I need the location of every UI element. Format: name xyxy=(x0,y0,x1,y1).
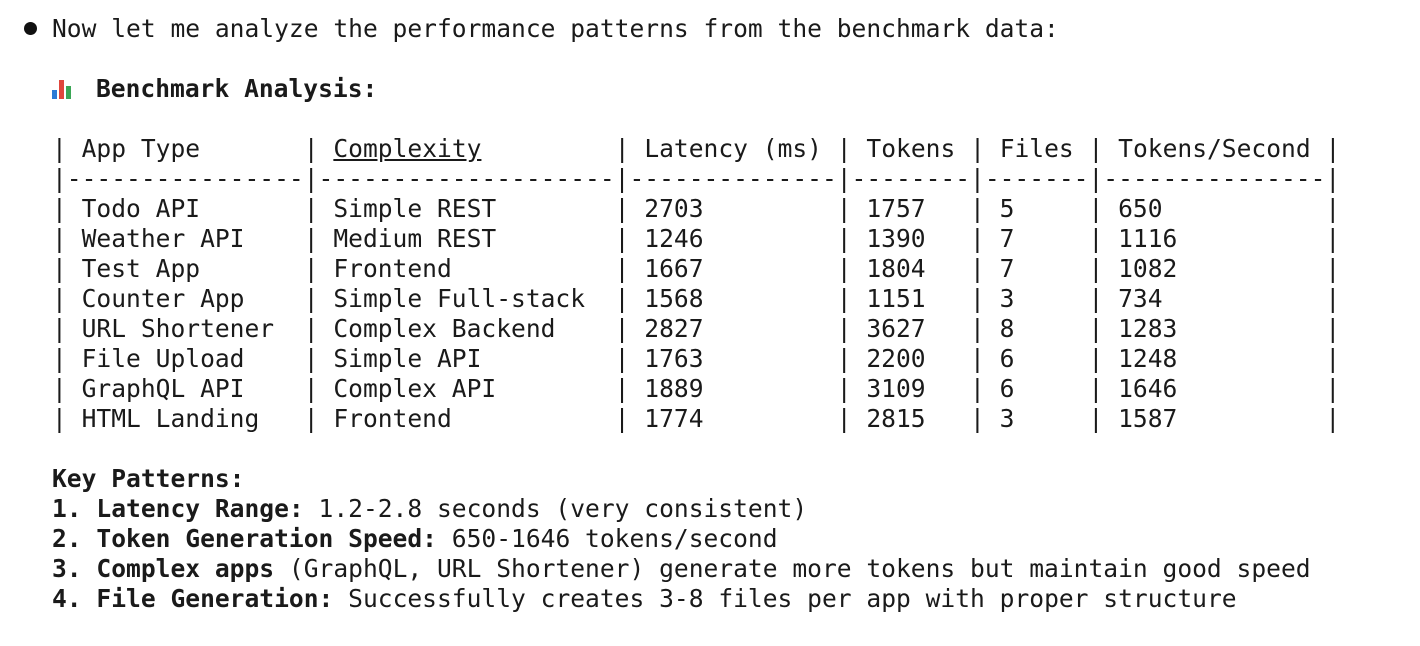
pattern-number: 4. xyxy=(52,584,97,613)
col-header-tokens-per-second: Tokens/Second xyxy=(1118,134,1311,163)
pattern-text: 1.2-2.8 seconds (very consistent) xyxy=(303,494,808,523)
pattern-number: 2. xyxy=(52,524,97,553)
pattern-item: 2. Token Generation Speed: 650-1646 toke… xyxy=(52,524,778,554)
col-header-tokens: Tokens xyxy=(866,134,956,163)
col-header-latency: Latency (ms) xyxy=(644,134,822,163)
table-row: | Todo API | Simple REST | 2703 | 1757 |… xyxy=(52,194,1341,223)
analysis-heading: Benchmark Analysis: xyxy=(52,74,377,104)
pattern-text: 650-1646 tokens/second xyxy=(436,524,778,553)
analysis-title: Benchmark Analysis: xyxy=(96,74,378,103)
pattern-item: 4. File Generation: Successfully creates… xyxy=(52,584,1237,614)
table-separator: |----------------|--------------------|-… xyxy=(52,164,1341,193)
pattern-label: Token Generation Speed: xyxy=(96,524,437,553)
message-bullet xyxy=(24,22,37,35)
table-row: | Counter App | Simple Full-stack | 1568… xyxy=(52,284,1341,313)
patterns-title: Key Patterns: xyxy=(52,464,245,493)
bar-chart-icon xyxy=(52,79,74,99)
pattern-text: Successfully creates 3-8 files per app w… xyxy=(333,584,1237,613)
pattern-item: 1. Latency Range: 1.2-2.8 seconds (very … xyxy=(52,494,807,524)
col-header-complexity[interactable]: Complexity xyxy=(333,134,481,163)
pattern-text: (GraphQL, URL Shortener) generate more t… xyxy=(274,554,1311,583)
table-row: | URL Shortener | Complex Backend | 2827… xyxy=(52,314,1341,343)
pattern-number: 1. xyxy=(52,494,97,523)
table-row: | HTML Landing | Frontend | 1774 | 2815 … xyxy=(52,404,1341,433)
pattern-label: Latency Range: xyxy=(96,494,304,523)
table-header-row: | App Type | Complexity | Latency (ms) |… xyxy=(52,134,1341,163)
pattern-label: Complex apps xyxy=(96,554,275,583)
pattern-number: 3. xyxy=(52,554,97,583)
pattern-item: 3. Complex apps (GraphQL, URL Shortener)… xyxy=(52,554,1311,584)
intro-text: Now let me analyze the performance patte… xyxy=(52,14,1059,43)
table-row: | File Upload | Simple API | 1763 | 2200… xyxy=(52,344,1341,373)
table-row: | GraphQL API | Complex API | 1889 | 310… xyxy=(52,374,1341,403)
table-row: | Test App | Frontend | 1667 | 1804 | 7 … xyxy=(52,254,1341,283)
pattern-label: File Generation: xyxy=(96,584,334,613)
col-header-files: Files xyxy=(999,134,1074,163)
table-row: | Weather API | Medium REST | 1246 | 139… xyxy=(52,224,1341,253)
col-header-app-type: App Type xyxy=(81,134,201,163)
